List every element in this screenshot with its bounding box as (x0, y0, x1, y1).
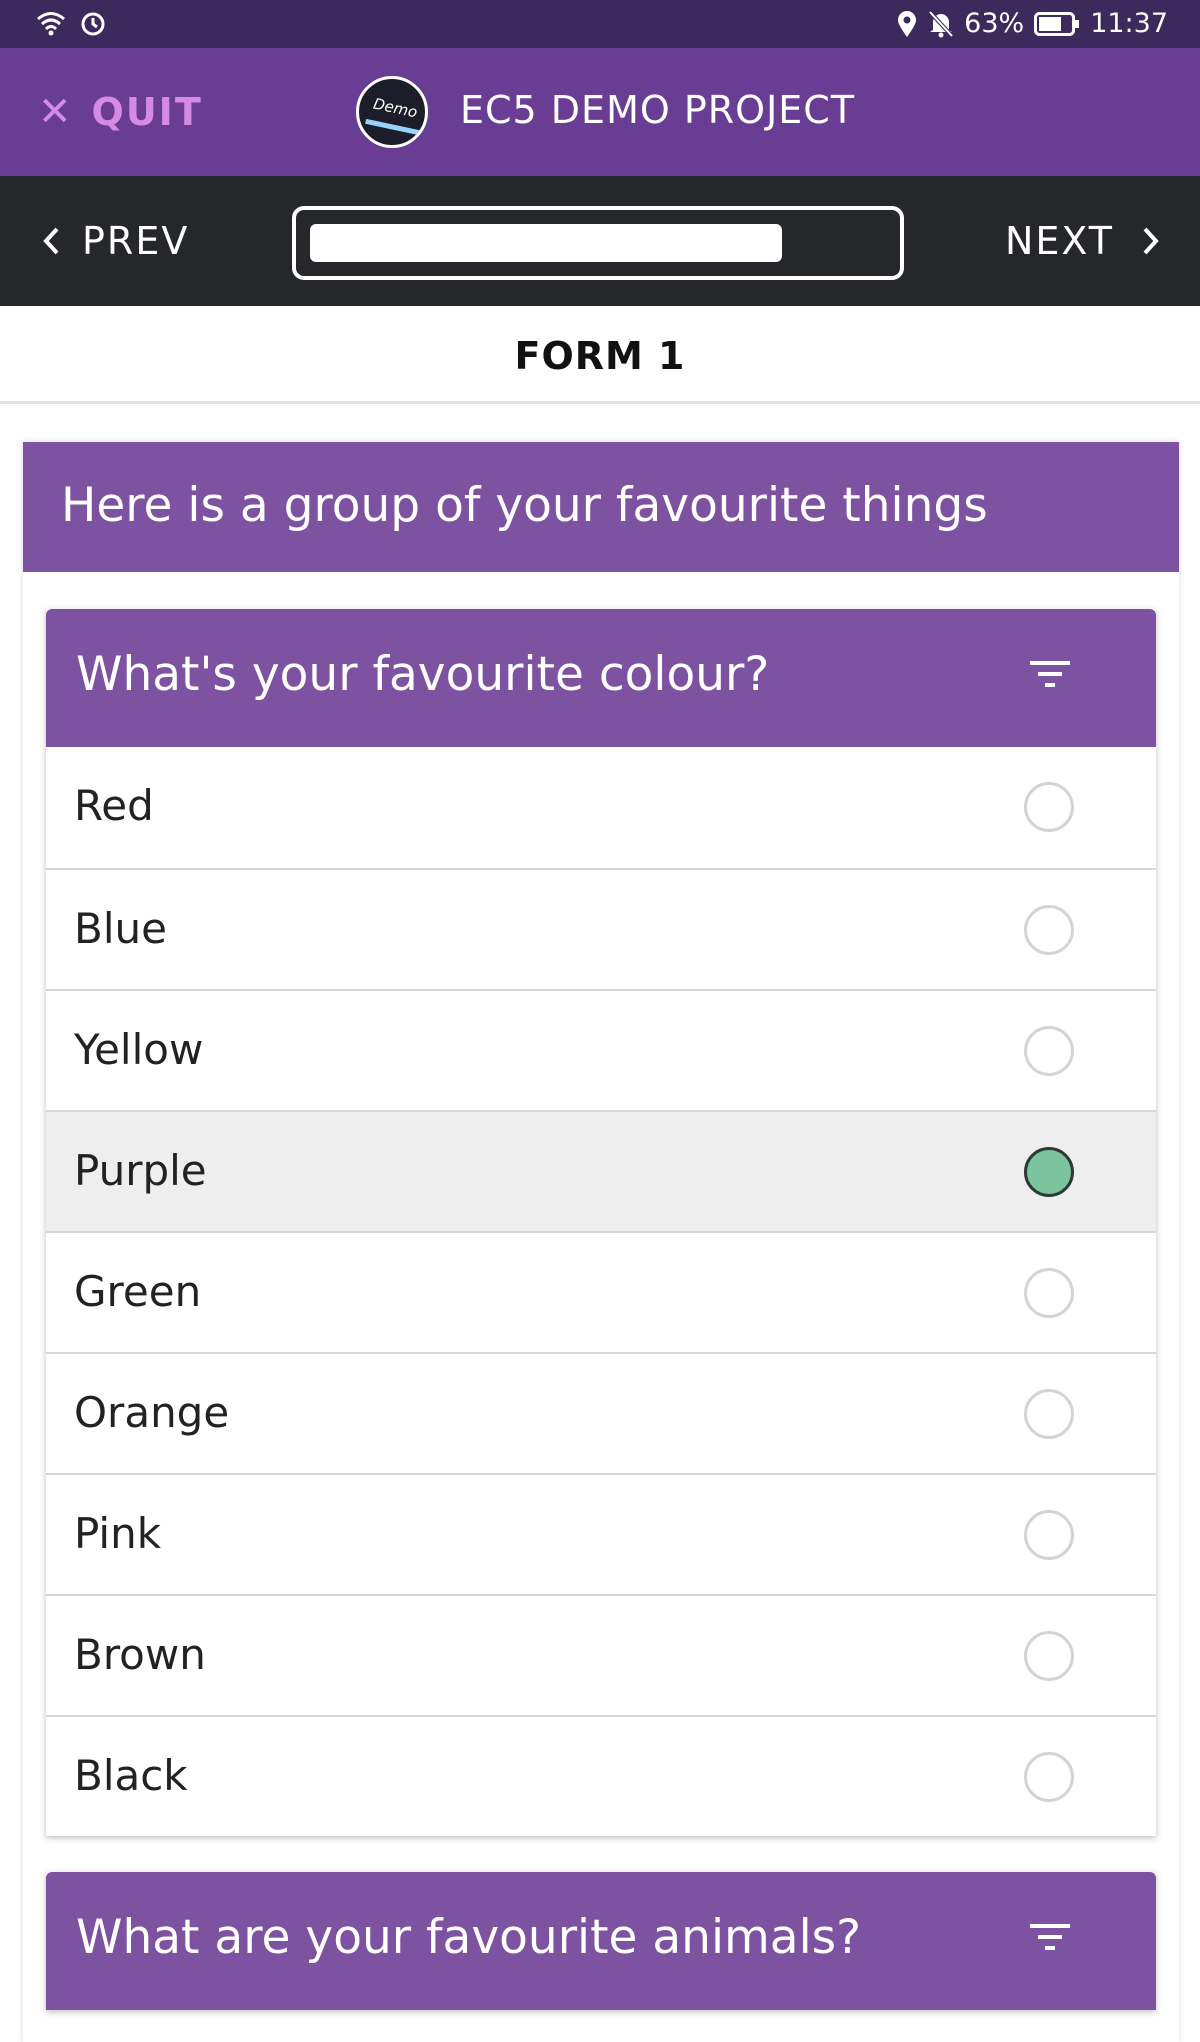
clock: 11:37 (1090, 8, 1168, 39)
option-row[interactable]: Green (46, 1231, 1156, 1352)
radio-button[interactable] (1024, 1147, 1074, 1197)
radio-button[interactable] (1024, 1268, 1074, 1318)
option-label: Brown (74, 1630, 206, 1679)
form-title: FORM 1 (514, 334, 686, 378)
chevron-left-icon (43, 227, 59, 255)
nav-bar: PREV NEXT (0, 176, 1200, 306)
form-title-bar: FORM 1 (0, 306, 1200, 404)
option-label: Green (74, 1267, 202, 1316)
radio-button[interactable] (1024, 1752, 1074, 1802)
question-header: What are your favourite animals? (46, 1872, 1156, 2010)
quit-button[interactable]: ✕ QUIT (38, 86, 203, 138)
option-row[interactable]: Brown (46, 1594, 1156, 1715)
alarm-icon (81, 12, 105, 36)
radio-button[interactable] (1024, 1510, 1074, 1560)
radio-button[interactable] (1024, 782, 1074, 832)
wifi-icon (37, 12, 65, 36)
progress-bar (292, 206, 904, 280)
question-header: What's your favourite colour? (46, 609, 1156, 747)
project-logo: Demo (356, 76, 428, 148)
option-label: Purple (74, 1146, 207, 1195)
close-icon: ✕ (38, 89, 74, 135)
question-title: What's your favourite colour? (76, 647, 770, 702)
option-label: Red (74, 781, 154, 830)
prev-label: PREV (82, 219, 190, 263)
status-right: 63% 11:37 (896, 8, 1168, 39)
question-card-animals: What are your favourite animals? (46, 1872, 1156, 2010)
project-title: EC5 DEMO PROJECT (460, 88, 856, 132)
options-list: Red Blue Yellow Purple Green Orange Pink Brown B… (46, 747, 1156, 1836)
status-left (36, 10, 106, 36)
option-row[interactable]: Yellow (46, 989, 1156, 1110)
logo-text: Demo (371, 94, 419, 122)
location-icon (898, 10, 917, 37)
option-label: Orange (74, 1388, 230, 1437)
option-row[interactable]: Blue (46, 868, 1156, 989)
radio-button[interactable] (1024, 1389, 1074, 1439)
app-header: ✕ QUIT Demo EC5 DEMO PROJECT (0, 48, 1200, 176)
radio-button[interactable] (1024, 905, 1074, 955)
next-button[interactable]: NEXT (1005, 214, 1160, 268)
filter-icon[interactable] (1028, 655, 1072, 695)
bell-off-icon (928, 10, 954, 37)
group-card: Here is a group of your favourite things… (23, 442, 1179, 2042)
option-row[interactable]: Black (46, 1715, 1156, 1836)
option-row[interactable]: Orange (46, 1352, 1156, 1473)
chevron-right-icon (1143, 227, 1159, 255)
radio-button[interactable] (1024, 1631, 1074, 1681)
group-header: Here is a group of your favourite things (23, 442, 1179, 572)
option-row[interactable]: Pink (46, 1473, 1156, 1594)
filter-icon[interactable] (1028, 1918, 1072, 1958)
option-row[interactable]: Purple (46, 1110, 1156, 1231)
question-title: What are your favourite animals? (76, 1910, 862, 1965)
quit-label: QUIT (91, 90, 203, 134)
logo-stripe (365, 118, 425, 137)
progress-fill (310, 224, 782, 262)
radio-button[interactable] (1024, 1026, 1074, 1076)
option-label: Yellow (74, 1025, 204, 1074)
status-bar: 63% 11:37 (0, 0, 1200, 48)
option-label: Blue (74, 904, 167, 953)
battery-percent: 63% (964, 8, 1025, 39)
option-label: Pink (74, 1509, 162, 1558)
prev-button[interactable]: PREV (42, 214, 189, 268)
option-label: Black (74, 1751, 188, 1800)
battery-icon (1034, 11, 1080, 36)
next-label: NEXT (1004, 219, 1114, 263)
question-card-colour: What's your favourite colour? Red Blue Yel… (46, 609, 1156, 1836)
option-row[interactable]: Red (46, 747, 1156, 868)
group-title: Here is a group of your favourite things (61, 478, 988, 533)
